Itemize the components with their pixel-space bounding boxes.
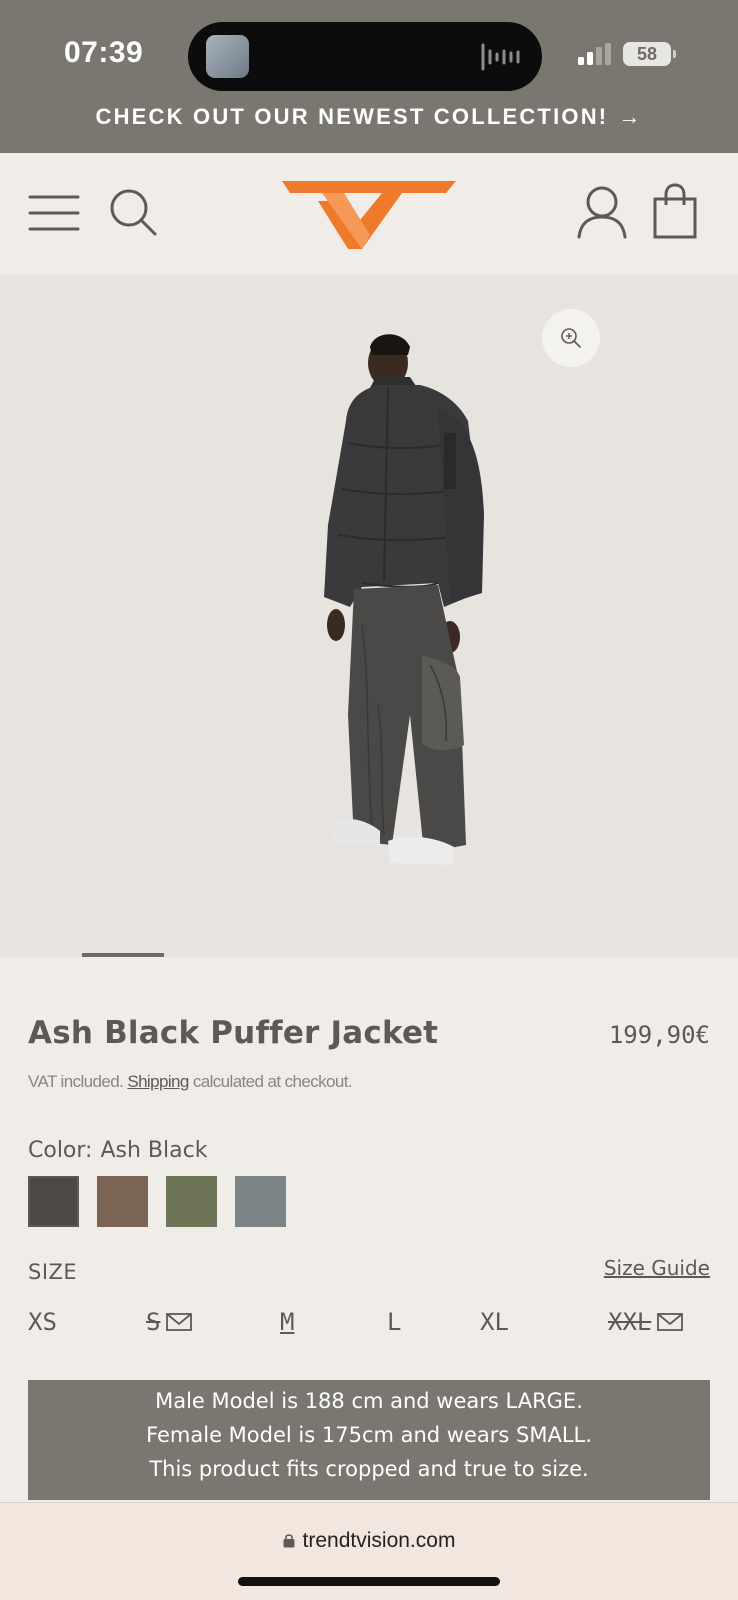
cellular-signal-icon [578, 43, 611, 65]
account-icon[interactable] [576, 185, 628, 239]
promo-banner[interactable]: CHECK OUT OUR NEWEST COLLECTION! → [0, 104, 738, 130]
product-image [324, 334, 484, 865]
size-option-xxl[interactable]: XXL [608, 1308, 684, 1336]
fit-info-box: Male Model is 188 cm and wears LARGE. Fe… [28, 1380, 710, 1500]
color-label: Color: Ash Black [28, 1138, 207, 1163]
brand-logo[interactable] [278, 179, 460, 251]
swatch-ash-black[interactable] [28, 1176, 79, 1227]
notify-mail-icon[interactable] [166, 1312, 193, 1332]
size-selector: XS S M L XL XXL [28, 1308, 710, 1344]
size-option-label: XL [480, 1308, 509, 1336]
home-indicator[interactable] [238, 1577, 500, 1586]
product-title: Ash Black Puffer Jacket [28, 1015, 439, 1051]
color-swatches [28, 1176, 286, 1227]
site-header [0, 153, 738, 275]
size-guide-link[interactable]: Size Guide [604, 1256, 710, 1280]
size-label: SIZE [28, 1260, 78, 1284]
browser-toolbar: trendtvision.com [0, 1502, 738, 1600]
size-option-xl[interactable]: XL [480, 1308, 509, 1336]
size-option-label: XXL [608, 1308, 652, 1336]
fit-line: Female Model is 175cm and wears SMALL. [146, 1423, 592, 1447]
shopping-bag-icon[interactable] [652, 183, 698, 239]
size-option-xs[interactable]: XS [28, 1308, 57, 1336]
battery-indicator: 58 [623, 42, 676, 66]
size-option-label: S [146, 1308, 161, 1336]
promo-text: CHECK OUT OUR NEWEST COLLECTION! [95, 104, 609, 129]
size-option-label: M [280, 1308, 295, 1336]
search-icon[interactable] [108, 187, 158, 237]
size-option-m[interactable]: M [280, 1308, 294, 1336]
status-time: 07:39 [64, 36, 144, 69]
address-bar[interactable]: trendtvision.com [0, 1529, 738, 1553]
swatch-grey[interactable] [235, 1176, 286, 1227]
audio-wave-icon [481, 43, 520, 71]
product-gallery[interactable] [0, 275, 738, 957]
dynamic-island[interactable] [188, 22, 542, 91]
fit-line: Male Model is 188 cm and wears LARGE. [155, 1389, 583, 1413]
now-playing-thumbnail [206, 35, 249, 78]
arrow-right-icon: → [618, 104, 643, 129]
size-option-l[interactable]: L [387, 1308, 401, 1336]
url-text: trendtvision.com [302, 1529, 456, 1552]
lock-icon [283, 1534, 295, 1548]
color-label-text: Color: [28, 1138, 93, 1163]
vat-prefix: VAT included. [28, 1072, 124, 1091]
shipping-link[interactable]: Shipping [127, 1072, 189, 1091]
vat-note: VAT included. Shipping calculated at che… [28, 1072, 353, 1092]
swatch-olive[interactable] [166, 1176, 217, 1227]
size-option-s[interactable]: S [146, 1308, 193, 1336]
zoom-in-icon [561, 328, 581, 348]
color-value: Ash Black [100, 1138, 208, 1163]
slide-indicator[interactable] [82, 953, 164, 957]
size-option-label: XS [28, 1308, 57, 1336]
product-price: 199,90€ [608, 1021, 710, 1049]
fit-line: This product fits cropped and true to si… [149, 1457, 589, 1481]
swatch-brown[interactable] [97, 1176, 148, 1227]
top-banner: 07:39 58 CHECK OUT OUR NEWEST COLLECTION… [0, 0, 738, 153]
vat-suffix: calculated at checkout. [192, 1072, 353, 1091]
menu-icon[interactable] [28, 193, 80, 233]
zoom-button[interactable] [542, 309, 600, 367]
size-option-label: L [387, 1308, 402, 1336]
notify-mail-icon[interactable] [657, 1312, 684, 1332]
